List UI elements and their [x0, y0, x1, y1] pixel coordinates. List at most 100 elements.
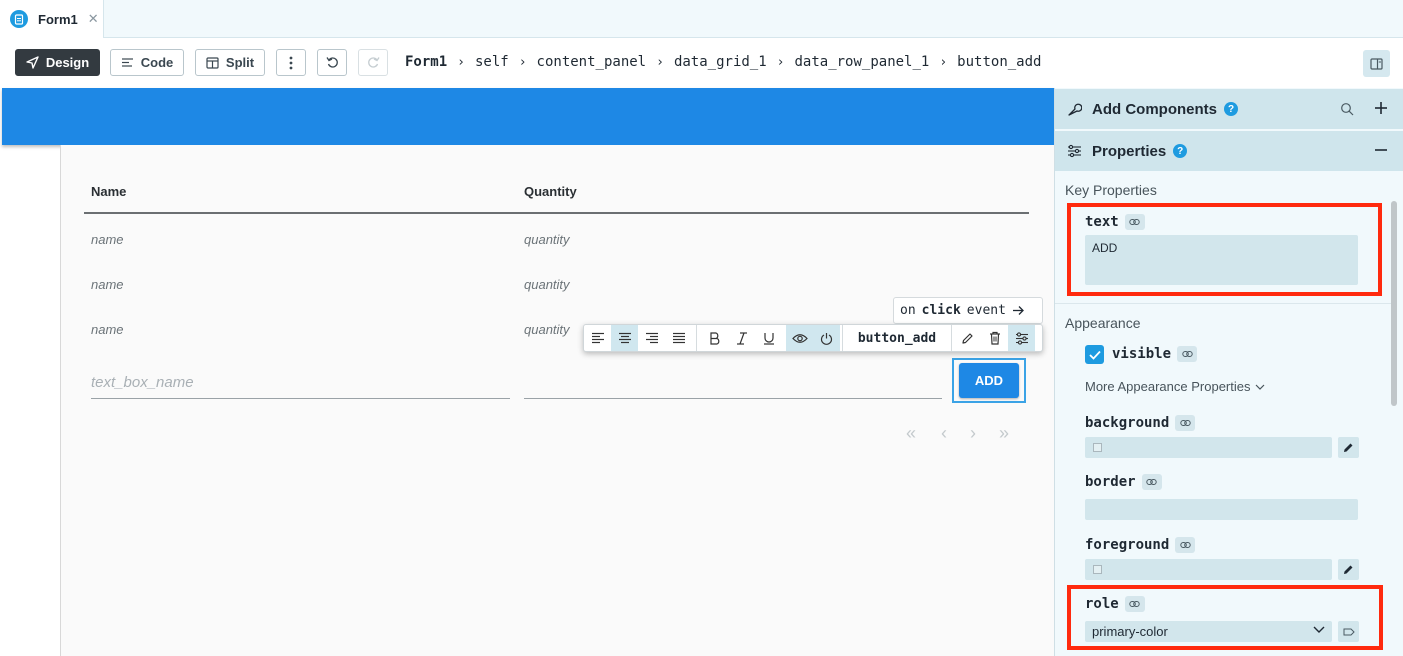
add-components-header[interactable]: Add Components ? — [1055, 89, 1403, 129]
add-button[interactable]: ADD — [959, 363, 1019, 398]
design-button-label: Design — [45, 55, 90, 70]
row-quantity-cell[interactable]: quantity — [524, 322, 570, 337]
help-icon[interactable]: ? — [1173, 144, 1188, 158]
breadcrumb: Form1 › self › content_panel › data_grid… — [405, 54, 1041, 70]
underline-button[interactable] — [755, 325, 782, 351]
help-icon[interactable]: ? — [1224, 102, 1238, 116]
more-options-button[interactable] — [276, 49, 306, 76]
background-color-picker[interactable] — [1338, 437, 1359, 458]
link-icon[interactable] — [1177, 346, 1198, 362]
chevron-right-icon: › — [656, 54, 664, 70]
pen-icon — [1344, 443, 1353, 452]
row-quantity-cell[interactable]: quantity — [524, 232, 570, 247]
code-lines-icon — [121, 58, 133, 67]
breadcrumb-item[interactable]: data_grid_1 — [674, 54, 767, 70]
undo-icon — [325, 57, 338, 68]
breadcrumb-item[interactable]: content_panel — [537, 54, 647, 70]
next-page-icon[interactable]: › — [970, 423, 976, 444]
collapse-icon[interactable] — [1374, 140, 1388, 163]
panel-scrollbar[interactable] — [1391, 201, 1397, 406]
enabled-button[interactable] — [813, 325, 840, 351]
chevron-down-icon — [1256, 384, 1265, 390]
component-name[interactable]: button_add — [842, 325, 952, 351]
align-justify-button[interactable] — [665, 325, 692, 351]
properties-button[interactable] — [1008, 325, 1035, 351]
chevron-right-icon: › — [939, 54, 948, 70]
bold-button[interactable] — [701, 325, 728, 351]
split-view-icon — [206, 56, 219, 69]
visible-checkbox[interactable] — [1085, 345, 1104, 364]
color-swatch — [1093, 565, 1102, 574]
event-name: click — [921, 303, 961, 318]
row-name-cell[interactable]: name — [91, 322, 124, 337]
event-suffix: event — [966, 303, 1006, 318]
breadcrumb-item[interactable]: Form1 — [405, 54, 447, 70]
column-header-name: Name — [91, 184, 127, 199]
event-prefix: on — [900, 303, 916, 318]
undo-button[interactable] — [317, 49, 347, 76]
wrench-icon — [1067, 102, 1085, 117]
column-header-quantity: Quantity — [524, 184, 577, 199]
pen-icon — [1344, 565, 1353, 574]
align-left-button[interactable] — [584, 325, 611, 351]
text-box-name[interactable]: text_box_name — [91, 372, 510, 399]
breadcrumb-item[interactable]: self — [475, 54, 509, 70]
align-center-button[interactable] — [611, 325, 638, 351]
arrow-right-icon — [1012, 306, 1024, 315]
link-icon[interactable] — [1141, 474, 1162, 490]
design-button[interactable]: Design — [15, 49, 100, 76]
row-name-cell[interactable]: name — [91, 277, 124, 292]
link-icon[interactable] — [1175, 415, 1196, 431]
visible-property-label: visible — [1112, 346, 1198, 362]
link-icon[interactable] — [1175, 537, 1196, 553]
properties-header[interactable]: Properties ? — [1055, 131, 1403, 171]
row-name-cell[interactable]: name — [91, 232, 124, 247]
kebab-menu-icon — [289, 56, 293, 69]
breadcrumb-item[interactable]: button_add — [957, 54, 1041, 70]
click-event-link[interactable]: on click event — [893, 297, 1043, 324]
redo-icon — [367, 57, 380, 68]
rename-button[interactable] — [954, 325, 981, 351]
last-page-icon[interactable]: » — [999, 423, 1009, 444]
border-input[interactable] — [1085, 499, 1358, 520]
delete-button[interactable] — [981, 325, 1008, 351]
section-divider — [1055, 303, 1391, 304]
redo-button[interactable] — [358, 49, 388, 76]
foreground-input[interactable] — [1085, 559, 1332, 580]
border-property-label: border — [1085, 474, 1162, 490]
align-left-icon — [591, 332, 604, 344]
breadcrumb-item[interactable]: data_row_panel_1 — [794, 54, 929, 70]
highlight-box — [1067, 585, 1383, 650]
split-button[interactable]: Split — [195, 49, 265, 76]
italic-button[interactable] — [728, 325, 755, 351]
sliders-icon — [1067, 144, 1085, 158]
tab-form1[interactable]: Form1 ✕ — [0, 0, 104, 38]
properties-sidebar: Add Components ? Properties ? Key Proper… — [1054, 88, 1403, 656]
search-icon[interactable] — [1340, 99, 1354, 122]
highlight-box — [1067, 203, 1382, 296]
foreground-label: foreground — [1085, 537, 1170, 553]
close-icon[interactable]: ✕ — [88, 11, 99, 27]
form-header-bar — [2, 88, 1054, 145]
code-button[interactable]: Code — [110, 49, 184, 76]
underline-icon — [763, 332, 774, 345]
pencil-icon — [962, 332, 973, 344]
visible-label: visible — [1112, 346, 1172, 362]
content-panel — [60, 145, 1054, 656]
align-right-button[interactable] — [638, 325, 665, 351]
plus-icon[interactable] — [1374, 98, 1388, 121]
background-input[interactable] — [1085, 437, 1332, 458]
foreground-color-picker[interactable] — [1338, 559, 1359, 580]
appearance-heading: Appearance — [1065, 315, 1141, 331]
design-canvas: Name Quantity name quantity name quantit… — [0, 88, 1054, 656]
visibility-button[interactable] — [786, 325, 813, 351]
toggle-panel-button[interactable] — [1363, 50, 1390, 77]
first-page-icon[interactable]: « — [906, 423, 916, 444]
prev-page-icon[interactable]: ‹ — [941, 423, 947, 444]
sliders-icon — [1015, 331, 1028, 345]
background-property-label: background — [1085, 415, 1196, 431]
border-label: border — [1085, 474, 1136, 490]
row-quantity-cell[interactable]: quantity — [524, 277, 570, 292]
more-appearance-toggle[interactable]: More Appearance Properties — [1085, 379, 1265, 394]
text-box-quantity[interactable] — [524, 372, 942, 399]
